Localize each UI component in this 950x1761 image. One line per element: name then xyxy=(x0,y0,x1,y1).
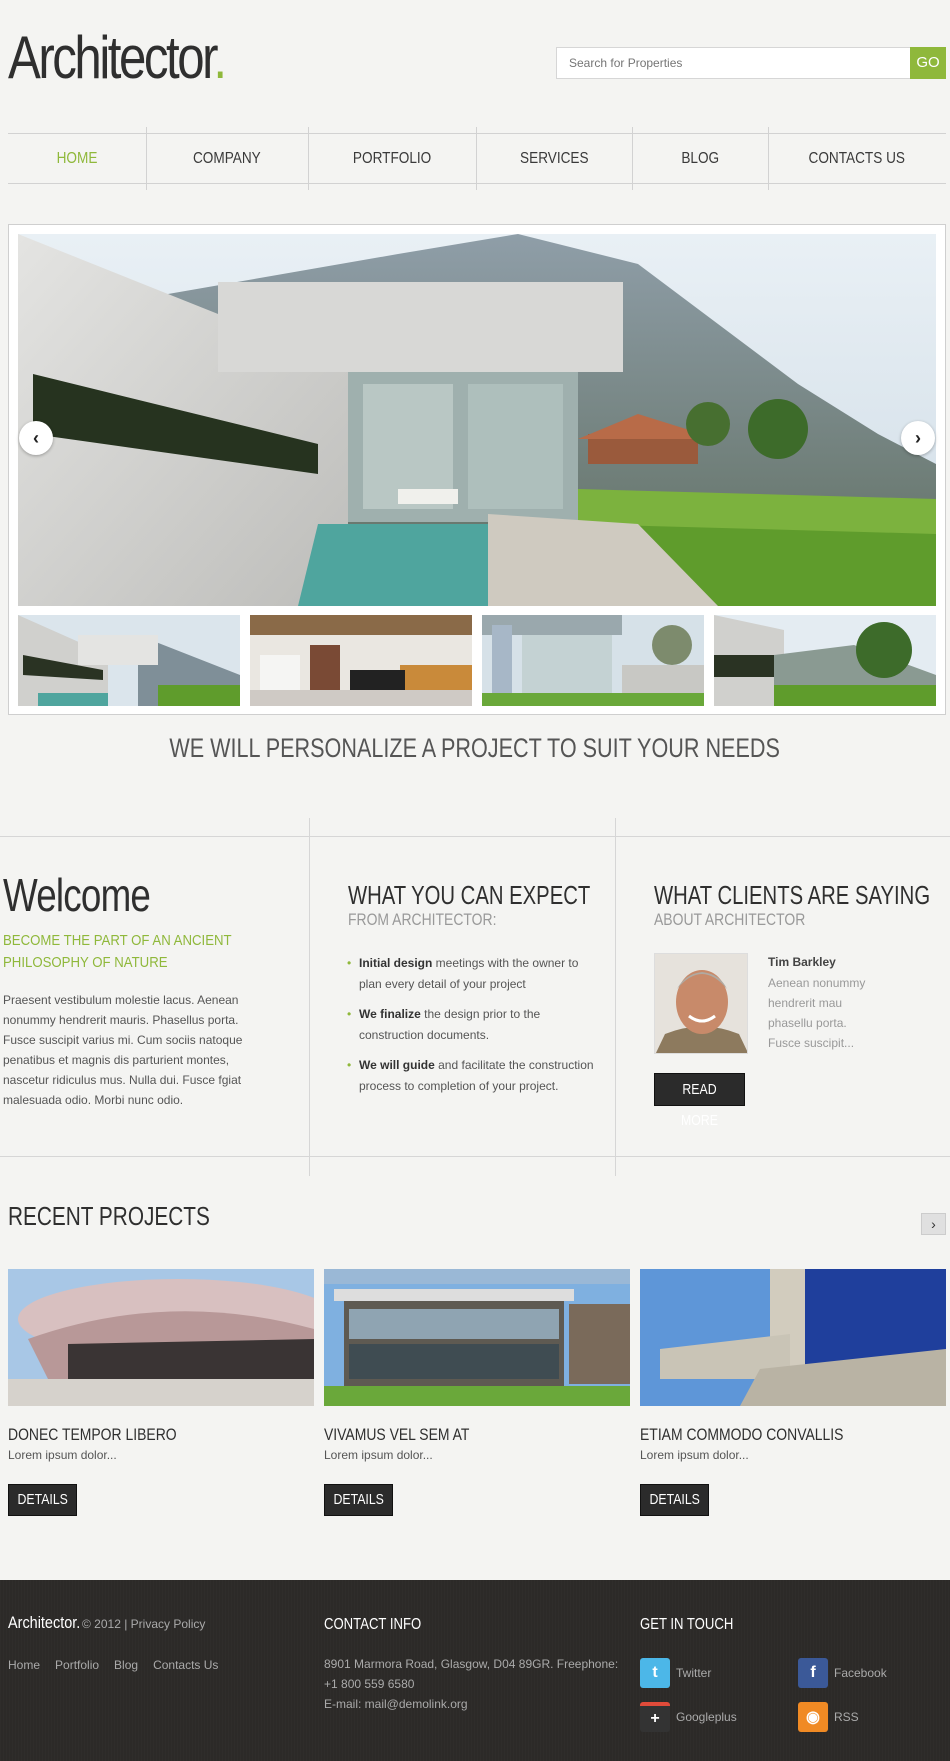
divider xyxy=(0,836,950,837)
project-image[interactable] xyxy=(8,1269,314,1406)
rss-icon: ◉ xyxy=(798,1702,828,1732)
nav-item-services[interactable]: SERVICES xyxy=(476,127,632,190)
clients-title: WHAT CLIENTS ARE SAYING xyxy=(654,880,931,910)
slider-thumb-2[interactable] xyxy=(250,615,472,706)
footer-link-contacts[interactable]: Contacts Us xyxy=(153,1658,218,1672)
expect-subtitle: FROM ARCHITECTOR: xyxy=(348,910,497,929)
project-image[interactable] xyxy=(324,1269,630,1406)
footer-link-blog[interactable]: Blog xyxy=(114,1658,138,1672)
logo-dot: . xyxy=(213,24,227,91)
project-details-button[interactable]: DETAILS xyxy=(640,1484,709,1516)
read-more-button[interactable]: READ MORE xyxy=(654,1073,745,1129)
nav-item-company[interactable]: COMPANY xyxy=(146,127,308,190)
search-input[interactable] xyxy=(557,48,911,78)
nav-item-home[interactable]: HOME xyxy=(8,134,146,183)
client-quote: Aenean nonummy hendrerit mau phasellu po… xyxy=(768,976,866,1050)
get-in-touch-title: GET IN TOUCH xyxy=(640,1616,734,1633)
list-item: Initial design meetings with the owner t… xyxy=(347,953,602,995)
list-item: We will guide and facilitate the constru… xyxy=(347,1055,602,1097)
project-image[interactable] xyxy=(640,1269,946,1406)
googleplus-icon: + xyxy=(640,1702,670,1732)
social-twitter[interactable]: t Twitter xyxy=(640,1658,711,1688)
slider-thumb-3[interactable] xyxy=(482,615,704,706)
client-name: Tim Barkley xyxy=(768,955,836,969)
footer-links: Home Portfolio Blog Contacts Us xyxy=(8,1658,218,1672)
slider-next-button[interactable]: › xyxy=(901,421,935,455)
twitter-icon: t xyxy=(640,1658,670,1688)
recent-projects-title: RECENT PROJECTS xyxy=(8,1201,210,1231)
info-section: Welcome BECOME THE PART OF AN ANCIENT PH… xyxy=(0,818,950,1176)
footer-copyright: © 2012 | Privacy Policy xyxy=(82,1617,206,1631)
facebook-icon: f xyxy=(798,1658,828,1688)
clients-subtitle: ABOUT ARCHITECTOR xyxy=(654,910,806,929)
expect-title: WHAT YOU CAN EXPECT xyxy=(348,880,591,910)
social-facebook[interactable]: f Facebook xyxy=(798,1658,887,1688)
nav-item-portfolio[interactable]: PORTFOLIO xyxy=(308,127,476,190)
social-label: RSS xyxy=(834,1710,859,1724)
welcome-title: Welcome xyxy=(3,869,151,921)
project-desc: Lorem ipsum dolor... xyxy=(640,1448,749,1462)
projects-next-button[interactable]: › xyxy=(921,1213,946,1235)
contact-info-title: CONTACT INFO xyxy=(324,1616,422,1633)
social-label: Twitter xyxy=(676,1666,712,1680)
slider-thumb-4[interactable] xyxy=(714,615,936,706)
divider xyxy=(615,818,616,1176)
project-desc: Lorem ipsum dolor... xyxy=(8,1448,117,1462)
privacy-policy-link[interactable]: Privacy Policy xyxy=(131,1617,206,1631)
social-rss[interactable]: ◉ RSS xyxy=(798,1702,859,1732)
slider-prev-button[interactable]: ‹ xyxy=(19,421,53,455)
main-nav: HOME COMPANY PORTFOLIO SERVICES BLOG CON… xyxy=(8,127,946,190)
welcome-subtitle: BECOME THE PART OF AN ANCIENT PHILOSOPHY… xyxy=(3,932,232,971)
search-go-button[interactable]: GO xyxy=(910,47,946,79)
hero-slider: ‹ › xyxy=(8,224,946,715)
footer-link-portfolio[interactable]: Portfolio xyxy=(55,1658,99,1672)
social-googleplus[interactable]: + Googleplus xyxy=(640,1702,737,1732)
logo-text: Architector xyxy=(8,24,216,91)
project-details-button[interactable]: DETAILS xyxy=(324,1484,393,1516)
footer-link-home[interactable]: Home xyxy=(8,1658,40,1672)
search-box: GO xyxy=(556,47,946,79)
project-title: DONEC TEMPOR LIBERO xyxy=(8,1425,177,1444)
divider xyxy=(309,818,310,1176)
contact-info: 8901 Marmora Road, Glasgow, D04 89GR. Fr… xyxy=(324,1654,634,1714)
project-title: ETIAM COMMODO CONVALLIS xyxy=(640,1425,844,1444)
site-logo[interactable]: Architector. xyxy=(8,22,227,94)
list-item: We finalize the design prior to the cons… xyxy=(347,1004,602,1046)
project-desc: Lorem ipsum dolor... xyxy=(324,1448,433,1462)
slider-thumb-1[interactable] xyxy=(18,615,240,706)
divider xyxy=(0,1156,950,1157)
social-label: Googleplus xyxy=(676,1710,737,1724)
welcome-text: Praesent vestibulum molestie lacus. Aene… xyxy=(3,993,243,1107)
project-card: ETIAM COMMODO CONVALLIS Lorem ipsum dolo… xyxy=(640,1269,946,1516)
project-title: VIVAMUS VEL SEM AT xyxy=(324,1425,470,1444)
slider-thumbnails xyxy=(18,615,936,706)
footer-logo[interactable]: Architector. xyxy=(8,1613,80,1633)
project-card: VIVAMUS VEL SEM AT Lorem ipsum dolor... … xyxy=(324,1269,630,1516)
social-label: Facebook xyxy=(834,1666,887,1680)
project-card: DONEC TEMPOR LIBERO Lorem ipsum dolor...… xyxy=(8,1269,314,1516)
footer: Architector. © 2012 | Privacy Policy Hom… xyxy=(0,1580,950,1761)
nav-item-contacts[interactable]: CONTACTS US xyxy=(768,127,946,190)
tagline: WE WILL PERSONALIZE A PROJECT TO SUIT YO… xyxy=(169,733,781,763)
contact-email[interactable]: E-mail: mail@demolink.org xyxy=(324,1694,634,1714)
project-details-button[interactable]: DETAILS xyxy=(8,1484,77,1516)
contact-address: 8901 Marmora Road, Glasgow, D04 89GR. Fr… xyxy=(324,1657,619,1691)
nav-item-blog[interactable]: BLOG xyxy=(632,127,768,190)
expect-list: Initial design meetings with the owner t… xyxy=(347,953,602,1106)
hero-image xyxy=(18,234,936,606)
avatar xyxy=(654,953,748,1054)
